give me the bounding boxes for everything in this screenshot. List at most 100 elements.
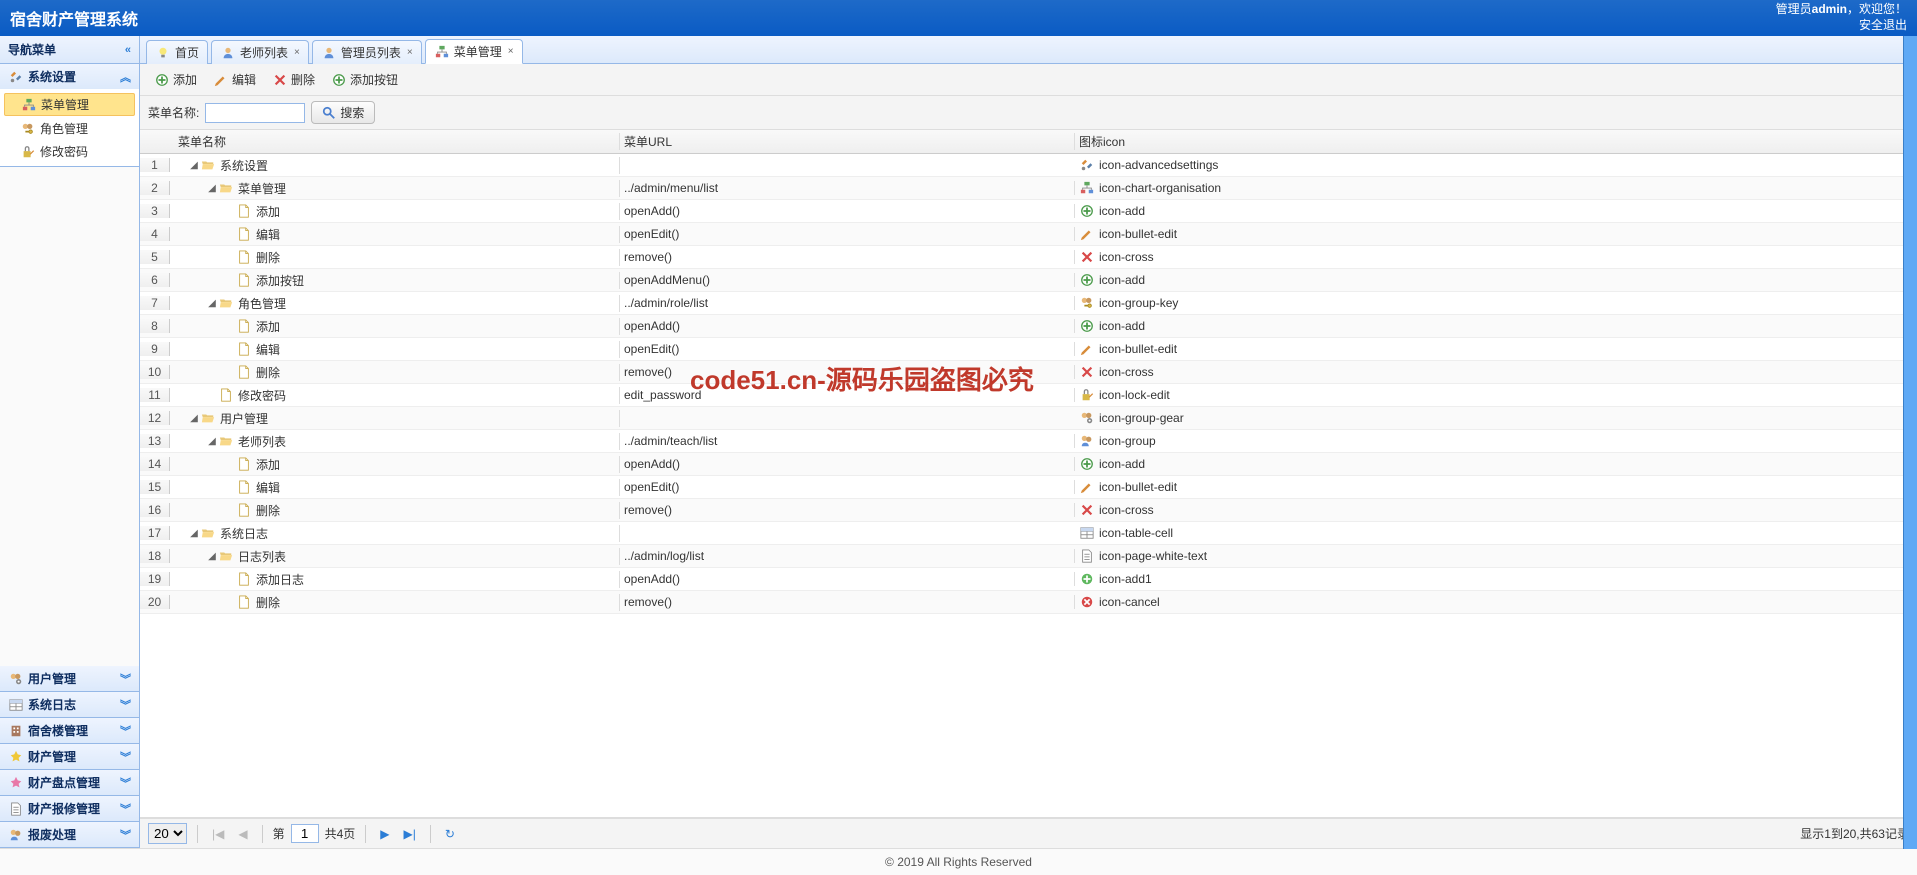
pencil-icon bbox=[1079, 226, 1095, 242]
app-header: 宿舍财产管理系统 管理员admin，欢迎您！ 安全退出 bbox=[0, 0, 1917, 36]
search-button[interactable]: 搜索 bbox=[311, 101, 375, 124]
table-row[interactable]: 16删除remove()icon-cross bbox=[140, 499, 1917, 522]
toolbar-button-0[interactable]: 添加 bbox=[148, 68, 203, 91]
table-row[interactable]: 15编辑openEdit()icon-bullet-edit bbox=[140, 476, 1917, 499]
expand-icon[interactable]: ◢ bbox=[206, 551, 218, 562]
file-icon bbox=[236, 456, 252, 472]
window-scrollbar[interactable] bbox=[1903, 36, 1917, 849]
sidebar-group-6[interactable]: 财产报修管理︾ bbox=[0, 796, 139, 821]
table-row[interactable]: 3添加openAdd()icon-add bbox=[140, 200, 1917, 223]
search-bar: 菜单名称: 搜索 bbox=[140, 96, 1917, 130]
file-icon bbox=[218, 387, 234, 403]
sidebar-group-7[interactable]: 报废处理︾ bbox=[0, 822, 139, 847]
sidebar-group-4[interactable]: 财产管理︾ bbox=[0, 744, 139, 769]
table-row[interactable]: 4编辑openEdit()icon-bullet-edit bbox=[140, 223, 1917, 246]
table-row[interactable]: 19添加日志openAdd()icon-add1 bbox=[140, 568, 1917, 591]
search-label: 菜单名称: bbox=[148, 104, 199, 121]
pager-first-button[interactable]: |◀ bbox=[208, 825, 228, 843]
col-header-icon[interactable]: 图标icon bbox=[1075, 133, 1917, 150]
folder-icon bbox=[218, 295, 234, 311]
group-key-icon bbox=[20, 121, 36, 137]
toolbar-button-2[interactable]: 删除 bbox=[266, 68, 321, 91]
table-row[interactable]: 5删除remove()icon-cross bbox=[140, 246, 1917, 269]
expand-icon[interactable]: ◢ bbox=[206, 436, 218, 447]
folder-icon bbox=[218, 548, 234, 564]
sidebar-item-0-1[interactable]: 角色管理 bbox=[0, 117, 139, 140]
pencil-icon bbox=[1079, 479, 1095, 495]
sidebar-group-5[interactable]: 财产盘点管理︾ bbox=[0, 770, 139, 795]
sidebar-group-3[interactable]: 宿舍楼管理︾ bbox=[0, 718, 139, 743]
table-row[interactable]: 13◢老师列表../admin/teach/listicon-group bbox=[140, 430, 1917, 453]
search-input[interactable] bbox=[205, 103, 305, 123]
col-header-url[interactable]: 菜单URL bbox=[620, 133, 1075, 150]
table-row[interactable]: 8添加openAdd()icon-add bbox=[140, 315, 1917, 338]
chevron-icon: ︽ bbox=[120, 69, 131, 85]
user-icon bbox=[321, 45, 337, 61]
grid-header: 菜单名称 菜单URL 图标icon bbox=[140, 130, 1917, 154]
tools-icon bbox=[8, 69, 24, 85]
cross-icon bbox=[1079, 502, 1095, 518]
add-icon bbox=[154, 72, 170, 88]
pager-next-button[interactable]: ▶ bbox=[376, 825, 393, 843]
file-icon bbox=[236, 502, 252, 518]
tab-1[interactable]: 老师列表× bbox=[211, 40, 309, 64]
pager-refresh-button[interactable]: ↻ bbox=[441, 825, 459, 843]
expand-icon[interactable]: ◢ bbox=[206, 183, 218, 194]
building-icon bbox=[8, 723, 24, 739]
cancel-icon bbox=[1079, 594, 1095, 610]
pencil-icon bbox=[213, 72, 229, 88]
logout-link[interactable]: 安全退出 bbox=[1859, 18, 1907, 32]
col-header-name[interactable]: 菜单名称 bbox=[170, 133, 620, 150]
file-icon bbox=[236, 364, 252, 380]
tab-close-icon[interactable]: × bbox=[508, 46, 514, 57]
pencil-icon bbox=[1079, 341, 1095, 357]
table-row[interactable]: 17◢系统日志icon-table-cell bbox=[140, 522, 1917, 545]
table-row[interactable]: 14添加openAdd()icon-add bbox=[140, 453, 1917, 476]
table-row[interactable]: 10删除remove()icon-cross bbox=[140, 361, 1917, 384]
toolbar-button-1[interactable]: 编辑 bbox=[207, 68, 262, 91]
sidebar-collapse-icon[interactable]: « bbox=[125, 44, 131, 56]
tab-3[interactable]: 菜单管理× bbox=[425, 39, 523, 64]
expand-icon[interactable]: ◢ bbox=[188, 528, 200, 539]
data-grid: 菜单名称 菜单URL 图标icon 1◢系统设置icon-advancedset… bbox=[140, 130, 1917, 818]
sidebar-item-0-0[interactable]: 菜单管理 bbox=[4, 93, 135, 116]
bulb-icon bbox=[155, 45, 171, 61]
table-row[interactable]: 1◢系统设置icon-advancedsettings bbox=[140, 154, 1917, 177]
add-green-icon bbox=[1079, 571, 1095, 587]
pager-last-button[interactable]: ▶| bbox=[400, 825, 420, 843]
expand-icon[interactable]: ◢ bbox=[206, 298, 218, 309]
group-gear-icon bbox=[8, 671, 24, 687]
page-number-input[interactable] bbox=[291, 824, 319, 843]
table-row[interactable]: 7◢角色管理../admin/role/listicon-group-key bbox=[140, 292, 1917, 315]
sidebar-group-2[interactable]: 系统日志︾ bbox=[0, 692, 139, 717]
expand-icon[interactable]: ◢ bbox=[188, 413, 200, 424]
table-row[interactable]: 2◢菜单管理../admin/menu/listicon-chart-organ… bbox=[140, 177, 1917, 200]
add-icon bbox=[331, 72, 347, 88]
add-icon bbox=[1079, 272, 1095, 288]
table-row[interactable]: 12◢用户管理icon-group-gear bbox=[140, 407, 1917, 430]
folder-icon bbox=[200, 525, 216, 541]
sidebar-group-0[interactable]: 系统设置︽ bbox=[0, 64, 139, 89]
sidebar-item-0-2[interactable]: 修改密码 bbox=[0, 140, 139, 163]
table-row[interactable]: 6添加按钮openAddMenu()icon-add bbox=[140, 269, 1917, 292]
sidebar-group-1[interactable]: 用户管理︾ bbox=[0, 666, 139, 691]
page-size-select[interactable]: 20 bbox=[148, 823, 187, 844]
cross-icon bbox=[272, 72, 288, 88]
expand-icon[interactable]: ◢ bbox=[188, 160, 200, 171]
table-row[interactable]: 20删除remove()icon-cancel bbox=[140, 591, 1917, 614]
file-icon bbox=[236, 571, 252, 587]
toolbar-button-3[interactable]: 添加按钮 bbox=[325, 68, 404, 91]
tab-close-icon[interactable]: × bbox=[294, 47, 300, 58]
add-icon bbox=[1079, 203, 1095, 219]
folder-icon bbox=[200, 157, 216, 173]
table-row[interactable]: 9编辑openEdit()icon-bullet-edit bbox=[140, 338, 1917, 361]
file-icon bbox=[236, 594, 252, 610]
folder-icon bbox=[218, 180, 234, 196]
tab-0[interactable]: 首页 bbox=[146, 40, 208, 64]
tab-close-icon[interactable]: × bbox=[407, 47, 413, 58]
table-row[interactable]: 11修改密码edit_passwordicon-lock-edit bbox=[140, 384, 1917, 407]
tab-2[interactable]: 管理员列表× bbox=[312, 40, 422, 64]
doc-icon bbox=[1079, 548, 1095, 564]
table-row[interactable]: 18◢日志列表../admin/log/listicon-page-white-… bbox=[140, 545, 1917, 568]
pager-prev-button[interactable]: ◀ bbox=[234, 825, 251, 843]
